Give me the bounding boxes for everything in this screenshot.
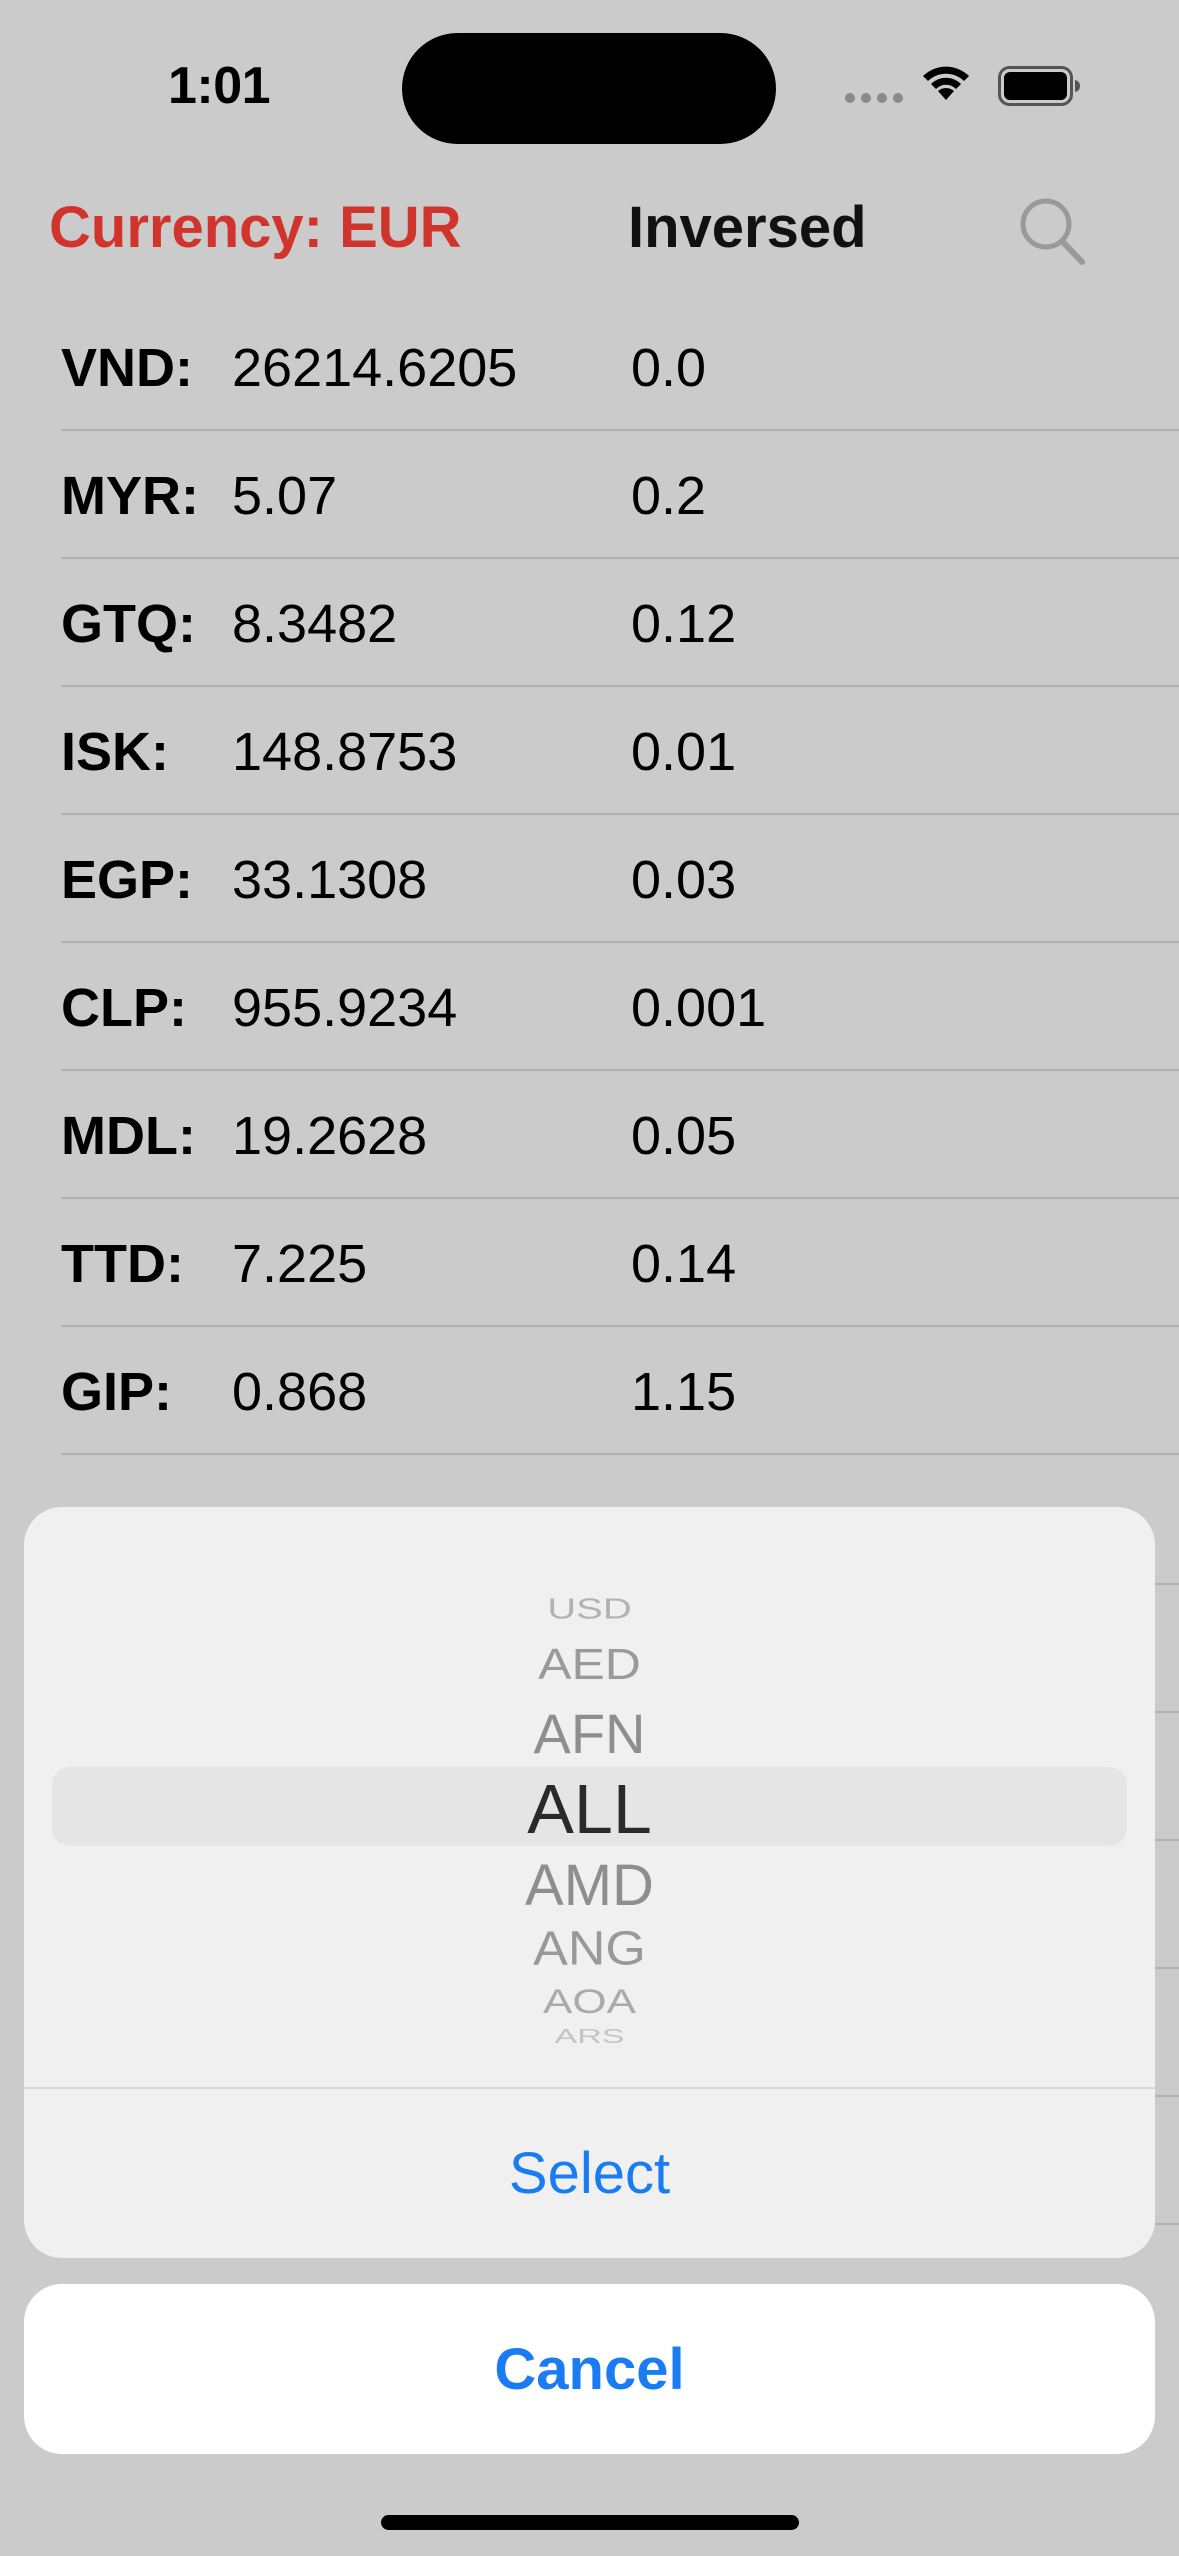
currency-picker-wheel[interactable]: USD AED AFN ALL AMD ANG AOA ARS bbox=[24, 1507, 1155, 2087]
inverse-value: 0.12 bbox=[631, 594, 737, 654]
currency-code: MDL: bbox=[61, 1106, 196, 1166]
rate-value: 5.07 bbox=[232, 466, 338, 526]
rate-row[interactable]: GTQ: 8.3482 0.12 bbox=[0, 559, 1179, 687]
rate-row[interactable]: EGP: 33.1308 0.03 bbox=[0, 815, 1179, 943]
inverse-value: 0.0 bbox=[631, 338, 707, 398]
rate-row[interactable]: GIP: 0.868 1.15 bbox=[0, 1327, 1179, 1455]
picker-option[interactable]: ANG bbox=[24, 1921, 1155, 1976]
rate-list[interactable]: VND: 26214.6205 0.0 MYR: 5.07 0.2 GTQ: 8… bbox=[0, 303, 1179, 1455]
picker-option[interactable]: AMD bbox=[24, 1852, 1155, 1919]
rate-row[interactable]: MDL: 19.2628 0.05 bbox=[0, 1071, 1179, 1199]
rate-row[interactable]: MYR: 5.07 0.2 bbox=[0, 431, 1179, 559]
inverse-value: 0.05 bbox=[631, 1106, 737, 1166]
inversed-toggle[interactable]: Inversed bbox=[628, 194, 867, 261]
rate-value: 148.8753 bbox=[232, 722, 458, 782]
currency-code: EGP: bbox=[61, 850, 194, 910]
rate-row[interactable]: ISK: 148.8753 0.01 bbox=[0, 687, 1179, 815]
currency-code: GTQ: bbox=[61, 594, 196, 654]
currency-code: CLP: bbox=[61, 978, 187, 1038]
select-button[interactable]: Select bbox=[24, 2089, 1155, 2258]
currency-picker-sheet: USD AED AFN ALL AMD ANG AOA ARS Select bbox=[24, 1507, 1155, 2258]
cellular-signal-icon bbox=[845, 93, 903, 103]
inverse-value: 0.001 bbox=[631, 978, 767, 1038]
rate-value: 26214.6205 bbox=[232, 338, 518, 398]
currency-selector[interactable]: Currency: EUR bbox=[49, 194, 462, 261]
row-divider bbox=[61, 1453, 1179, 1455]
currency-code: VND: bbox=[61, 338, 193, 398]
rate-value: 8.3482 bbox=[232, 594, 398, 654]
rate-value: 7.225 bbox=[232, 1234, 368, 1294]
rate-value: 955.9234 bbox=[232, 978, 458, 1038]
inverse-value: 0.2 bbox=[631, 466, 707, 526]
picker-option[interactable]: USD bbox=[24, 1593, 1155, 1625]
picker-option[interactable]: AED bbox=[24, 1638, 1155, 1689]
rate-value: 33.1308 bbox=[232, 850, 428, 910]
picker-option[interactable]: AFN bbox=[24, 1701, 1155, 1766]
rate-value: 0.868 bbox=[232, 1362, 368, 1422]
currency-code: GIP: bbox=[61, 1362, 173, 1422]
picker-option-selected[interactable]: ALL bbox=[24, 1769, 1155, 1849]
inverse-value: 1.15 bbox=[631, 1362, 737, 1422]
dynamic-island bbox=[402, 33, 776, 144]
inverse-value: 0.14 bbox=[631, 1234, 737, 1294]
battery-icon bbox=[998, 66, 1080, 106]
home-indicator bbox=[381, 2515, 799, 2530]
rate-row[interactable]: CLP: 955.9234 0.001 bbox=[0, 943, 1179, 1071]
rate-row[interactable]: VND: 26214.6205 0.0 bbox=[0, 303, 1179, 431]
currency-code: ISK: bbox=[61, 722, 169, 782]
cancel-button[interactable]: Cancel bbox=[24, 2284, 1155, 2454]
inverse-value: 0.01 bbox=[631, 722, 737, 782]
rate-value: 19.2628 bbox=[232, 1106, 428, 1166]
search-icon[interactable] bbox=[1018, 196, 1088, 268]
inverse-value: 0.03 bbox=[631, 850, 737, 910]
picker-option[interactable]: ARS bbox=[24, 2025, 1155, 2048]
rate-row[interactable]: TTD: 7.225 0.14 bbox=[0, 1199, 1179, 1327]
wifi-icon bbox=[923, 66, 969, 100]
currency-code: MYR: bbox=[61, 466, 199, 526]
status-time: 1:01 bbox=[168, 57, 271, 115]
picker-option[interactable]: AOA bbox=[24, 1983, 1155, 2022]
currency-code: TTD: bbox=[61, 1234, 184, 1294]
